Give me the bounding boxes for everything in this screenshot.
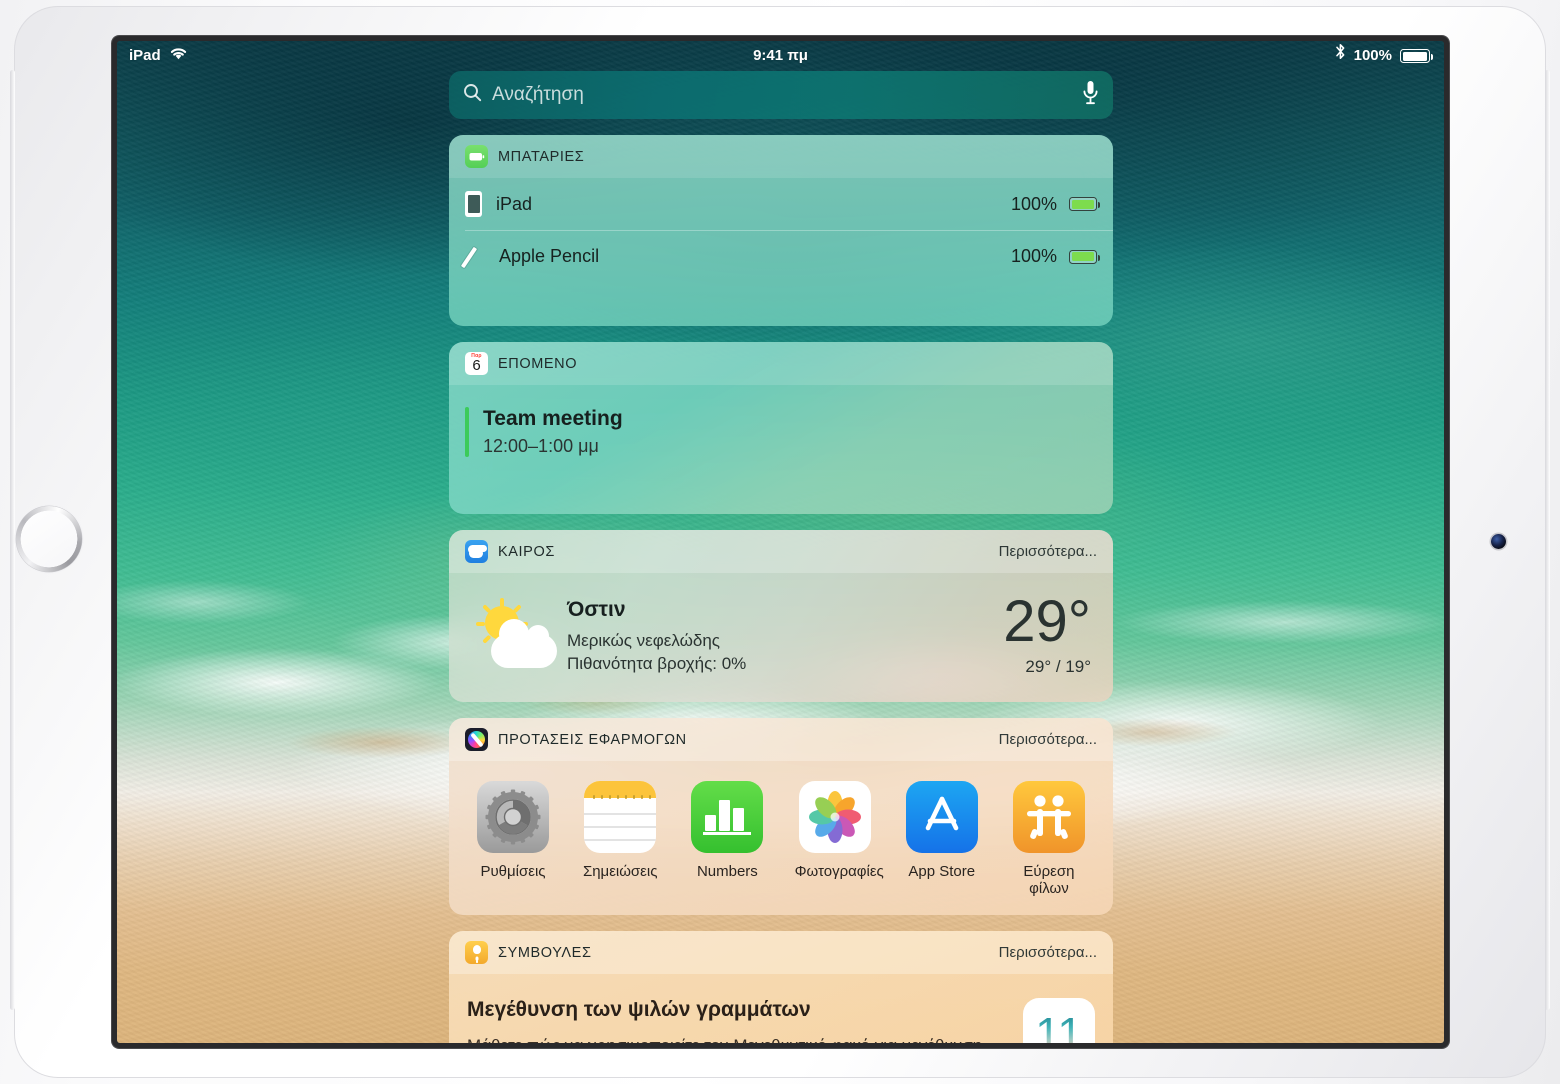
settings-icon xyxy=(477,781,549,853)
today-view-widget-column: Αναζήτηση ΜΠΑΤΑΡΙΕΣ iPad 100% Apple Penc… xyxy=(449,71,1113,1043)
batteries-widget-title: ΜΠΑΤΑΡΙΕΣ xyxy=(498,148,585,165)
tips-show-more-button[interactable]: Περισσότερα... xyxy=(999,944,1097,961)
search-field-content: Αναζήτηση xyxy=(463,83,584,107)
bluetooth-icon xyxy=(1335,41,1346,71)
home-button[interactable] xyxy=(18,508,80,570)
battery-row-percent: 100% xyxy=(1010,193,1057,214)
battery-row-ipad[interactable]: iPad 100% xyxy=(449,178,1113,230)
weather-widget[interactable]: ΚΑΙΡΟΣ Περισσότερα... Όστιν Μερικώς νεφε… xyxy=(449,530,1113,702)
weather-widget-header: ΚΑΙΡΟΣ Περισσότερα... xyxy=(449,530,1113,573)
battery-full-icon xyxy=(1069,249,1100,264)
calendar-widget-title: ΕΠΟΜΕΝΟ xyxy=(498,355,578,372)
front-camera xyxy=(1491,534,1506,549)
weather-widget-body: Όστιν Μερικώς νεφελώδης Πιθανότητα βροχή… xyxy=(449,573,1113,702)
app-suggestion-app-store[interactable]: App Store xyxy=(902,781,982,897)
app-suggestions-title: ΠΡΟΤΑΣΕΙΣ ΕΦΑΡΜΟΓΩΝ xyxy=(498,731,687,748)
ipad-screen: iPad 9:41 πμ 100% Αναζήτηση ΜΠΑΤΑΡΙΕΣ iP… xyxy=(117,41,1444,1043)
calendar-icon-day: 6 xyxy=(472,357,481,374)
microphone-icon[interactable] xyxy=(1082,80,1099,110)
calendar-up-next-widget[interactable]: Παρ 6 ΕΠΟΜΕΝΟ Team meeting 12:00–1:00 μμ xyxy=(449,342,1113,514)
ios-version-badge-number: 11 xyxy=(1035,1011,1083,1043)
ios-version-badge: 11 xyxy=(1023,998,1095,1043)
batteries-widget-header: ΜΠΑΤΑΡΙΕΣ xyxy=(449,135,1113,178)
sun-behind-cloud-icon xyxy=(471,597,567,674)
battery-row-name: iPad xyxy=(496,193,533,214)
app-suggestion-label: App Store xyxy=(908,863,976,880)
app-suggestion-label: Φωτογραφίες xyxy=(794,863,884,880)
event-title: Team meeting xyxy=(483,407,623,430)
event-time: 12:00–1:00 μμ xyxy=(483,436,599,456)
numbers-icon xyxy=(691,781,764,853)
app-suggestion-notes[interactable]: Σημειώσεις xyxy=(580,781,660,897)
search-placeholder: Αναζήτηση xyxy=(492,84,584,105)
weather-show-more-button[interactable]: Περισσότερα... xyxy=(999,543,1097,560)
weather-app-icon xyxy=(465,540,488,563)
weather-widget-title: ΚΑΙΡΟΣ xyxy=(498,543,555,560)
calendar-widget-body: Team meeting 12:00–1:00 μμ xyxy=(449,385,1113,514)
app-suggestion-numbers[interactable]: Numbers xyxy=(687,781,767,897)
tips-lightbulb-icon xyxy=(465,941,488,964)
app-suggestion-label: Εύρεση φίλων xyxy=(1023,863,1075,897)
weather-city: Όστιν xyxy=(567,597,626,621)
batteries-widget-body: iPad 100% Apple Pencil 100% xyxy=(449,178,1113,326)
weather-rain-chance: Πιθανότητα βροχής: 0% xyxy=(567,653,747,673)
app-suggestion-photos[interactable]: Φωτογραφίες xyxy=(794,781,884,897)
app-suggestion-find-friends[interactable]: Εύρεση φίλων xyxy=(1009,781,1089,897)
app-suggestion-label: Numbers xyxy=(696,863,758,880)
app-suggestions-show-more-button[interactable]: Περισσότερα... xyxy=(999,731,1097,748)
app-store-icon xyxy=(905,781,978,853)
battery-app-icon xyxy=(465,145,488,168)
app-suggestion-label: Σημειώσεις xyxy=(582,863,658,880)
status-bar-clock: 9:41 πμ xyxy=(753,47,808,64)
notes-icon xyxy=(584,781,657,853)
event-color-bar xyxy=(465,407,469,457)
status-bar: iPad 9:41 πμ 100% xyxy=(117,41,1444,71)
ipad-device-frame: iPad 9:41 πμ 100% Αναζήτηση ΜΠΑΤΑΡΙΕΣ iP… xyxy=(0,0,1560,1084)
app-suggestion-settings[interactable]: Ρυθμίσεις xyxy=(473,781,553,897)
device-left-edge xyxy=(10,70,15,1010)
weather-temps: 29° 29° / 19° xyxy=(1003,588,1091,677)
tips-widget-title: ΣΥΜΒΟΥΛΕΣ xyxy=(498,944,592,961)
battery-row-percent: 100% xyxy=(1010,246,1057,266)
search-field[interactable]: Αναζήτηση xyxy=(449,71,1113,119)
weather-condition: Μερικώς νεφελώδης xyxy=(567,630,720,650)
tips-widget-body[interactable]: Μεγέθυνση των ψιλών γραμμάτων Μάθετε πώς… xyxy=(449,974,1113,1043)
battery-full-icon xyxy=(1400,49,1433,63)
weather-current-temp: 29° xyxy=(1003,588,1091,654)
tips-widget[interactable]: ΣΥΜΒΟΥΛΕΣ Περισσότερα... Μεγέθυνση των ψ… xyxy=(449,931,1113,1043)
tips-widget-header: ΣΥΜΒΟΥΛΕΣ Περισσότερα... xyxy=(449,931,1113,974)
apple-pencil-icon xyxy=(460,244,485,270)
calendar-widget-header: Παρ 6 ΕΠΟΜΕΝΟ xyxy=(449,342,1113,385)
battery-full-icon xyxy=(1069,197,1100,211)
weather-text-block: Όστιν Μερικώς νεφελώδης Πιθανότητα βροχή… xyxy=(567,598,746,674)
calendar-event-row[interactable]: Team meeting 12:00–1:00 μμ xyxy=(449,385,1113,457)
search-icon xyxy=(463,83,482,107)
battery-row-name: Apple Pencil xyxy=(499,246,600,266)
find-friends-icon xyxy=(1012,781,1085,853)
photos-icon xyxy=(798,781,871,853)
app-suggestion-label: Ρυθμίσεις xyxy=(480,863,546,880)
tip-title: Μεγέθυνση των ψιλών γραμμάτων xyxy=(467,998,811,1021)
tips-text-block: Μεγέθυνση των ψιλών γραμμάτων Μάθετε πώς… xyxy=(467,998,1023,1043)
batteries-widget[interactable]: ΜΠΑΤΑΡΙΕΣ iPad 100% Apple Pencil 100% xyxy=(449,135,1113,326)
battery-percent-label: 100% xyxy=(1353,47,1392,64)
ipad-device-icon xyxy=(465,191,482,217)
weather-high-low: 29° / 19° xyxy=(1025,656,1091,676)
tip-body: Μάθετε πώς να χρησιμοποιείτε τον Μεγεθυν… xyxy=(467,1033,1007,1043)
app-suggestions-widget[interactable]: ΠΡΟΤΑΣΕΙΣ ΕΦΑΡΜΟΓΩΝ Περισσότερα... Ρυθμί… xyxy=(449,718,1113,915)
app-suggestions-body: Ρυθμίσεις Σημειώσεις Numbers Φωτογραφίες… xyxy=(449,761,1113,915)
app-suggestions-header: ΠΡΟΤΑΣΕΙΣ ΕΦΑΡΜΟΓΩΝ Περισσότερα... xyxy=(449,718,1113,761)
status-bar-right: 100% xyxy=(1335,41,1433,71)
siri-app-icon xyxy=(465,728,488,751)
battery-row-apple-pencil[interactable]: Apple Pencil 100% xyxy=(460,230,1113,282)
device-right-edge xyxy=(1545,70,1550,1010)
calendar-app-icon: Παρ 6 xyxy=(465,352,488,375)
